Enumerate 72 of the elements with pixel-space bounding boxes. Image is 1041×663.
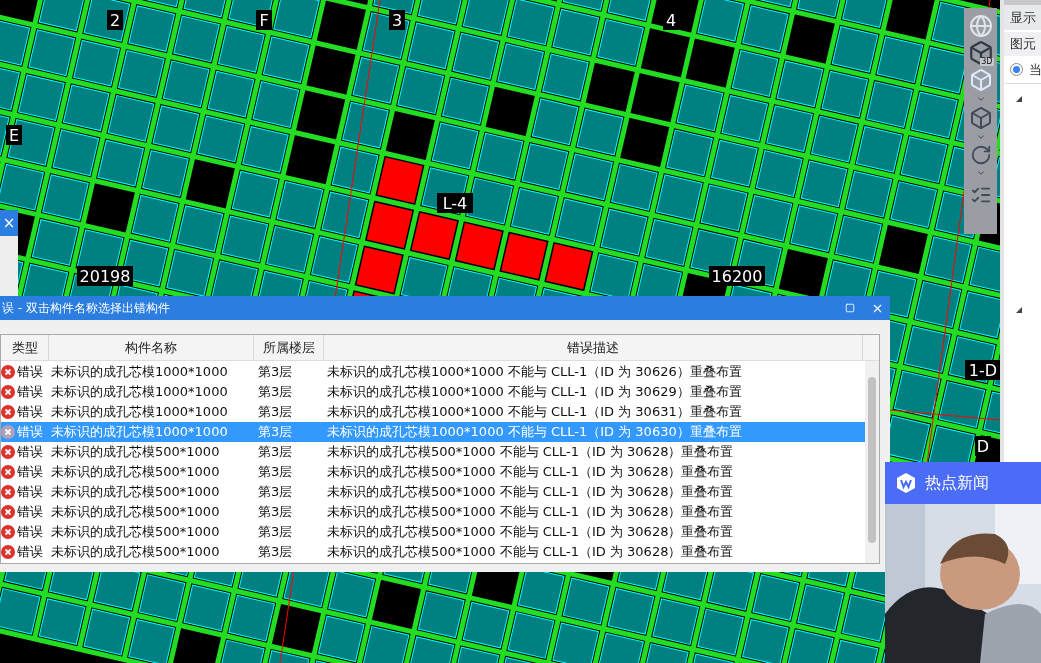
caret-icon[interactable] <box>975 132 986 142</box>
axis-label: F <box>259 11 269 30</box>
table-cell-text: 错误 <box>17 543 43 562</box>
table-cell-text: 错误 <box>17 523 43 542</box>
table-cell-text: 未标识的成孔芯模1000*1000 <box>50 423 229 442</box>
table-cell-text: 第3层 <box>257 523 294 542</box>
table-cell-text: 错误 <box>17 483 43 502</box>
caret-icon[interactable] <box>975 94 986 104</box>
popup-title: 热点新闻 <box>925 472 989 494</box>
cube-icon[interactable] <box>968 106 993 130</box>
axis-label: 4 <box>665 11 677 30</box>
table-cell-text: 未标识的成孔芯模1000*1000 不能与 CLL-1（ID 为 30631）重叠布置 <box>326 403 743 422</box>
table-cell-text: 第3层 <box>257 503 294 522</box>
table-cell-text: 错误 <box>17 463 43 482</box>
table-cell-text: 未标识的成孔芯模1000*1000 <box>50 363 229 382</box>
axis-label: L-4 <box>442 194 468 213</box>
column-header[interactable]: 错误描述 <box>324 335 863 360</box>
table-cell-text: 第3层 <box>257 403 294 422</box>
table-cell-text: 错误 <box>17 383 43 402</box>
axis-label: 2 <box>109 11 121 30</box>
scrollbar[interactable] <box>865 361 879 563</box>
tree-toggle-icon[interactable] <box>1016 307 1022 313</box>
table-cell-text: 未标识的成孔芯模500*1000 <box>50 463 221 482</box>
axis-label: 20198 <box>79 267 131 286</box>
globe-icon[interactable] <box>968 14 993 38</box>
table-cell-text: 第3层 <box>257 463 294 482</box>
table-cell-text: 未标识的成孔芯模1000*1000 <box>50 383 229 402</box>
table-cell-text: 第3层 <box>257 383 294 402</box>
maximize-icon[interactable] <box>845 303 855 313</box>
table-cell-text: 第3层 <box>257 443 294 462</box>
table-cell-text: 未标识的成孔芯模500*1000 不能与 CLL-1（ID 为 30628）重叠布置 <box>326 543 735 562</box>
table-cell-text: 未标识的成孔芯模1000*1000 <box>50 403 229 422</box>
table-cell-text: 未标识的成孔芯模1000*1000 不能与 CLL-1（ID 为 30630）重叠布置 <box>326 423 743 442</box>
table-cell-text: 第3层 <box>257 423 294 442</box>
logo-icon <box>895 472 917 494</box>
table-cell-text: 第3层 <box>257 543 294 562</box>
table-cell-text: 错误 <box>17 443 43 462</box>
table-cell-text: 未标识的成孔芯模500*1000 <box>50 543 221 562</box>
table-cell-text: 未标识的成孔芯模500*1000 <box>50 503 221 522</box>
table-cell-text: 第3层 <box>257 363 294 382</box>
table-cell-text: 错误 <box>17 363 43 382</box>
table-cell-text: 未标识的成孔芯模500*1000 <box>50 443 221 462</box>
table-cell-text: 未标识的成孔芯模500*1000 <box>50 523 221 542</box>
axis-label: E <box>8 126 20 145</box>
panel-header: 显示 <box>1010 8 1036 27</box>
tree-toggle-icon[interactable] <box>1016 96 1022 102</box>
table-cell-text: 未标识的成孔芯模500*1000 不能与 CLL-1（ID 为 30628）重叠布置 <box>326 503 735 522</box>
axis-label: D <box>976 437 990 456</box>
table-cell-text: 未标识的成孔芯模500*1000 不能与 CLL-1（ID 为 30628）重叠布置 <box>326 523 735 542</box>
rotate-icon[interactable] <box>969 144 992 166</box>
table-cell-text: 错误 <box>17 423 43 442</box>
table-cell-text: 未标识的成孔芯模500*1000 不能与 CLL-1（ID 为 30628）重叠布置 <box>326 443 735 462</box>
table-cell-text: 未标识的成孔芯模500*1000 不能与 CLL-1（ID 为 30628）重叠布置 <box>326 463 735 482</box>
table-cell-text: 第3层 <box>257 483 294 502</box>
dialog-title: 误 - 双击构件名称选择出错构件 <box>2 300 171 317</box>
table-cell-text: 未标识的成孔芯模1000*1000 不能与 CLL-1（ID 为 30626）重叠布置 <box>326 363 743 382</box>
table-cell-text: 未标识的成孔芯模1000*1000 不能与 CLL-1（ID 为 30629）重叠布置 <box>326 383 743 402</box>
table-cell-text: 未标识的成孔芯模500*1000 <box>50 483 221 502</box>
axis-label: 3 <box>391 11 403 30</box>
table-cell-text: 错误 <box>17 503 43 522</box>
column-header[interactable]: 构件名称 <box>49 335 254 360</box>
caret-icon[interactable] <box>975 168 986 178</box>
table-cell-text: 未标识的成孔芯模500*1000 不能与 CLL-1（ID 为 30628）重叠布置 <box>326 483 735 502</box>
column-header[interactable]: 所属楼层 <box>254 335 324 360</box>
radio-button[interactable] <box>1010 63 1023 76</box>
axis-label: 16200 <box>711 267 763 286</box>
table-cell-text: 错误 <box>17 403 43 422</box>
cube-icon[interactable] <box>968 68 993 92</box>
radio-label: 当 <box>1029 60 1041 79</box>
3d-view-button[interactable]: 3D <box>967 40 994 66</box>
column-header[interactable]: 类型 <box>1 335 49 360</box>
axis-label: 1-D <box>968 361 998 380</box>
